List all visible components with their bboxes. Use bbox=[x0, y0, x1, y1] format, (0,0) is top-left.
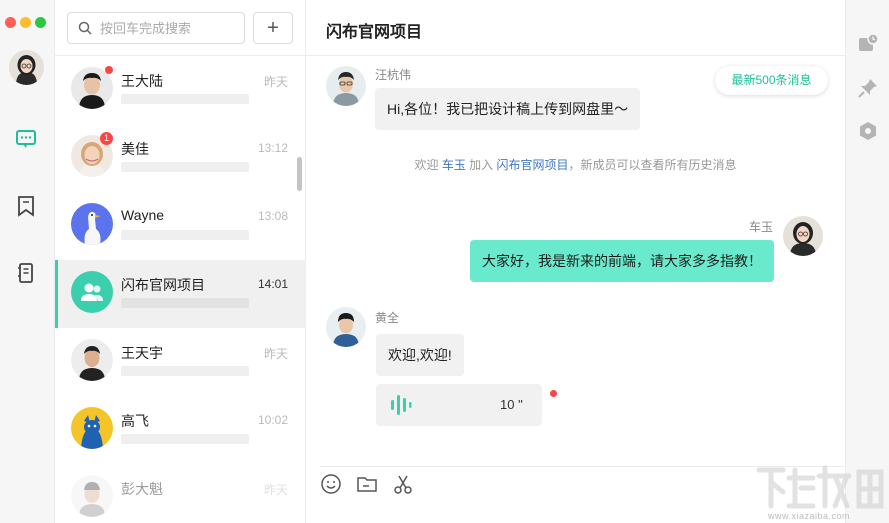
conversation-list: 王大陆 昨天 1 美佳 13:12 Wayne 13:08 闪布官网项目 14:… bbox=[55, 56, 306, 523]
messages-icon[interactable] bbox=[15, 128, 37, 150]
pin-icon[interactable] bbox=[857, 77, 879, 99]
avatar bbox=[71, 475, 113, 517]
bookmark-icon[interactable] bbox=[15, 195, 37, 217]
message-bubble[interactable]: Hi,各位！我已把设计稿上传到网盘里～ bbox=[375, 88, 641, 130]
sender-name: 汪杭伟 bbox=[375, 68, 412, 82]
conversation-time: 10:02 bbox=[257, 413, 288, 427]
group-avatar bbox=[71, 271, 113, 313]
voice-message[interactable]: 10 " bbox=[376, 384, 542, 426]
message-preview-placeholder bbox=[121, 162, 249, 172]
window-controls bbox=[5, 17, 46, 28]
conversation-name: Wayne bbox=[121, 207, 165, 223]
minimize-window-button[interactable] bbox=[20, 17, 31, 28]
sender-avatar[interactable] bbox=[326, 66, 366, 106]
message-preview-placeholder bbox=[121, 434, 249, 444]
latest-messages-button[interactable]: 最新500条消息 bbox=[715, 66, 828, 95]
voice-unread-dot bbox=[550, 390, 557, 397]
conversation-item-wayne[interactable]: Wayne 13:08 bbox=[55, 192, 306, 260]
search-icon bbox=[78, 21, 92, 35]
chat-panel: 闪布官网项目 最新500条消息 汪杭伟 Hi,各位！我已把设计稿上传到网盘里～ … bbox=[306, 0, 845, 523]
voice-duration: 10 " bbox=[500, 397, 523, 412]
contacts-book-icon[interactable] bbox=[15, 262, 37, 284]
search-box[interactable] bbox=[67, 12, 245, 44]
conversation-item-peng-dakui[interactable]: 彭大魁 昨天 bbox=[55, 464, 306, 523]
conversation-name: 美佳 bbox=[121, 141, 149, 157]
conversation-name: 闪布官网项目 bbox=[121, 277, 205, 293]
conversation-time: 14:01 bbox=[257, 277, 288, 291]
right-tool-rail bbox=[845, 0, 889, 523]
system-text: 欢迎 bbox=[414, 158, 442, 172]
conversation-time: 昨天 bbox=[263, 347, 288, 361]
avatar bbox=[71, 203, 113, 245]
sender-name: 车玉 bbox=[749, 220, 774, 234]
conversation-name: 高飞 bbox=[121, 413, 149, 429]
conversation-time: 13:08 bbox=[257, 209, 288, 223]
message-preview-placeholder bbox=[121, 230, 249, 240]
conversation-item-shanbu-project[interactable]: 闪布官网项目 14:01 bbox=[55, 260, 306, 328]
avatar bbox=[71, 407, 113, 449]
group-link[interactable]: 闪布官网项目 bbox=[497, 158, 569, 172]
message-preview-placeholder bbox=[121, 94, 249, 104]
conversation-list-panel: + 王大陆 昨天 1 美佳 13:12 bbox=[55, 0, 306, 523]
voice-wave-icon bbox=[391, 395, 412, 415]
system-notice: 欢迎 车玉 加入 闪布官网项目，新成员可以查看所有历史消息 bbox=[306, 156, 845, 173]
message-preview-placeholder bbox=[121, 298, 249, 308]
conversation-time: 13:12 bbox=[257, 141, 288, 155]
list-scrollbar[interactable] bbox=[297, 157, 302, 191]
conversation-name: 彭大魁 bbox=[121, 481, 163, 497]
conversation-item-wang-dalu[interactable]: 王大陆 昨天 bbox=[55, 56, 306, 124]
conversation-item-meijia[interactable]: 1 美佳 13:12 bbox=[55, 124, 306, 192]
conversation-name: 王大陆 bbox=[121, 73, 163, 89]
conversation-item-wang-tianyu[interactable]: 王天宇 昨天 bbox=[55, 328, 306, 396]
chat-info-icon[interactable] bbox=[857, 33, 879, 55]
conversation-name: 王天宇 bbox=[121, 345, 163, 361]
maximize-window-button[interactable] bbox=[35, 17, 46, 28]
user-link[interactable]: 车玉 bbox=[442, 158, 466, 172]
sender-name: 黄全 bbox=[375, 311, 400, 325]
conversation-time: 昨天 bbox=[263, 483, 288, 497]
system-text: 加入 bbox=[465, 158, 497, 172]
avatar bbox=[71, 339, 113, 381]
emoji-icon[interactable] bbox=[320, 473, 342, 495]
sender-avatar[interactable] bbox=[783, 216, 823, 256]
sender-avatar[interactable] bbox=[326, 307, 366, 347]
conversation-item-gao-fei[interactable]: 高飞 10:02 bbox=[55, 396, 306, 464]
add-conversation-button[interactable]: + bbox=[253, 12, 293, 44]
message-preview-placeholder bbox=[121, 366, 249, 376]
search-input[interactable] bbox=[100, 20, 230, 36]
scissors-icon[interactable] bbox=[392, 473, 414, 495]
message-bubble-outgoing[interactable]: 大家好，我是新来的前端，请大家多多指教！ bbox=[470, 240, 774, 282]
folder-icon[interactable] bbox=[356, 473, 378, 495]
group-icon bbox=[81, 283, 103, 301]
watermark-url: www.xiazaiba.com bbox=[768, 511, 851, 521]
message-bubble[interactable]: 欢迎,欢迎! bbox=[376, 334, 464, 376]
system-text: ，新成员可以查看所有历史消息 bbox=[568, 158, 737, 172]
unread-count-badge: 1 bbox=[100, 132, 113, 145]
unread-dot bbox=[105, 66, 113, 74]
close-window-button[interactable] bbox=[5, 17, 16, 28]
chat-title: 闪布官网项目 bbox=[326, 24, 423, 41]
conversation-time: 昨天 bbox=[263, 75, 288, 89]
divider bbox=[306, 55, 845, 56]
left-nav-rail bbox=[0, 0, 55, 523]
settings-hexagon-icon[interactable] bbox=[857, 120, 879, 142]
my-avatar[interactable] bbox=[9, 50, 44, 85]
chat-app-window: + 王大陆 昨天 1 美佳 13:12 bbox=[0, 0, 889, 523]
